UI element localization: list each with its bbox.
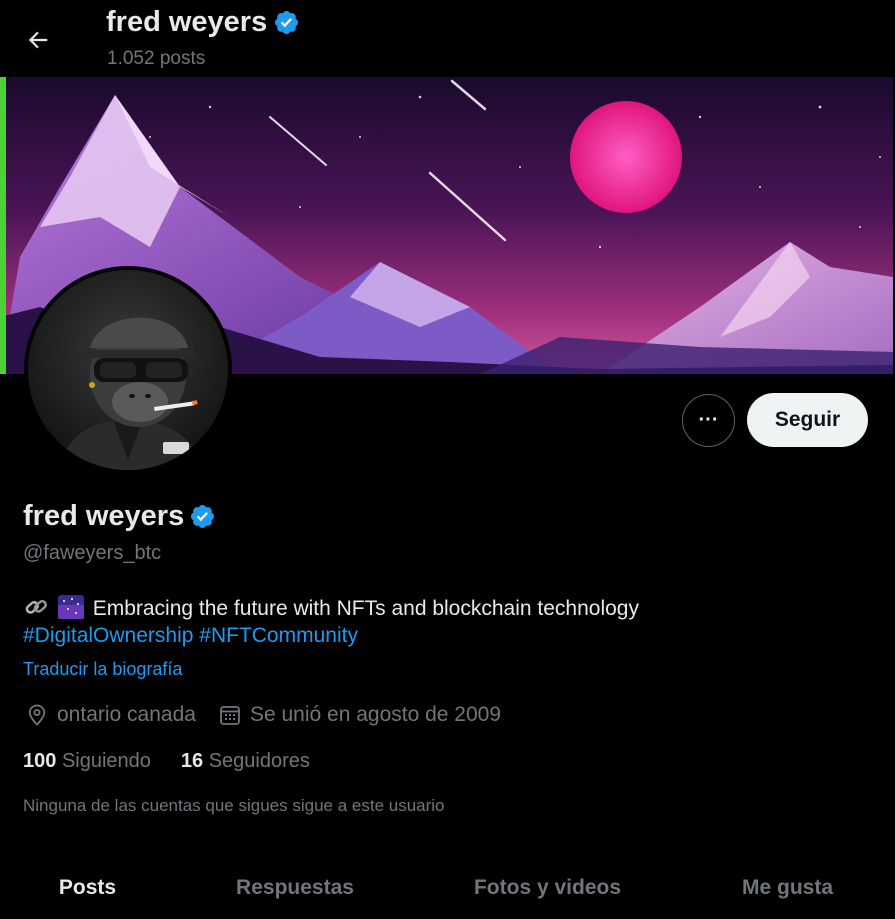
more-options-button[interactable]: ··· bbox=[682, 394, 735, 447]
followers-label: Seguidores bbox=[208, 750, 310, 772]
location: ontario canada bbox=[25, 703, 196, 727]
following-link[interactable]: 100 Siguiendo bbox=[23, 750, 151, 773]
tab-posts[interactable]: Posts bbox=[0, 862, 175, 919]
bio-text: Embracing the future with NFTs and block… bbox=[92, 597, 639, 620]
location-text: ontario canada bbox=[57, 703, 196, 726]
joined-text: Se unió en agosto de 2009 bbox=[249, 703, 501, 726]
following-label: Siguiendo bbox=[61, 750, 151, 772]
profile-bio: Embracing the future with NFTs and block… bbox=[23, 594, 863, 624]
hashtag-link[interactable]: #DigitalOwnership bbox=[23, 624, 193, 647]
calendar-icon bbox=[220, 706, 240, 725]
more-options-label: ··· bbox=[698, 409, 719, 431]
back-button[interactable] bbox=[18, 20, 58, 60]
header-name-text: fred weyers bbox=[106, 6, 268, 38]
follow-stats: 100 Siguiendo 16 Seguidores bbox=[23, 750, 340, 773]
follow-button[interactable]: Seguir bbox=[747, 393, 868, 447]
tab-media[interactable]: Fotos y videos bbox=[415, 862, 680, 919]
location-pin-icon bbox=[28, 704, 46, 726]
avatar[interactable] bbox=[24, 266, 232, 474]
night-sky-emoji bbox=[57, 595, 84, 619]
ape-avatar-image bbox=[28, 270, 228, 470]
joined-date: Se unió en agosto de 2009 bbox=[218, 703, 501, 727]
followers-count: 16 bbox=[180, 750, 204, 772]
profile-display-name: fred weyers bbox=[23, 500, 216, 533]
followed-by-note: Ninguna de las cuentas que sigues sigue … bbox=[23, 796, 445, 815]
arrow-left-icon bbox=[28, 31, 48, 49]
profile-meta: ontario canada Se unió en agosto de 2009 bbox=[25, 703, 523, 727]
tab-replies[interactable]: Respuestas bbox=[175, 862, 415, 919]
header-name: fred weyers bbox=[106, 6, 300, 39]
followers-link[interactable]: 16 Seguidores bbox=[181, 750, 310, 773]
top-bar: fred weyers 1.052 posts bbox=[0, 0, 895, 77]
banner-edge bbox=[0, 77, 6, 374]
verified-badge-icon bbox=[275, 10, 299, 35]
profile-handle: @faweyers_btc bbox=[23, 542, 162, 564]
translate-bio-link[interactable]: Traducir la biografía bbox=[23, 659, 182, 680]
following-count: 100 bbox=[23, 750, 57, 772]
link-emoji bbox=[25, 600, 47, 614]
profile-tabs: Posts Respuestas Fotos y videos Me gusta bbox=[0, 862, 895, 919]
verified-badge-icon[interactable] bbox=[189, 503, 216, 530]
bio-hashtags: #DigitalOwnership #NFTCommunity bbox=[23, 624, 358, 648]
tab-likes[interactable]: Me gusta bbox=[680, 862, 895, 919]
display-name-text: fred weyers bbox=[23, 500, 185, 532]
posts-count: 1.052 posts bbox=[107, 48, 206, 69]
hashtag-link[interactable]: #NFTCommunity bbox=[199, 624, 358, 647]
